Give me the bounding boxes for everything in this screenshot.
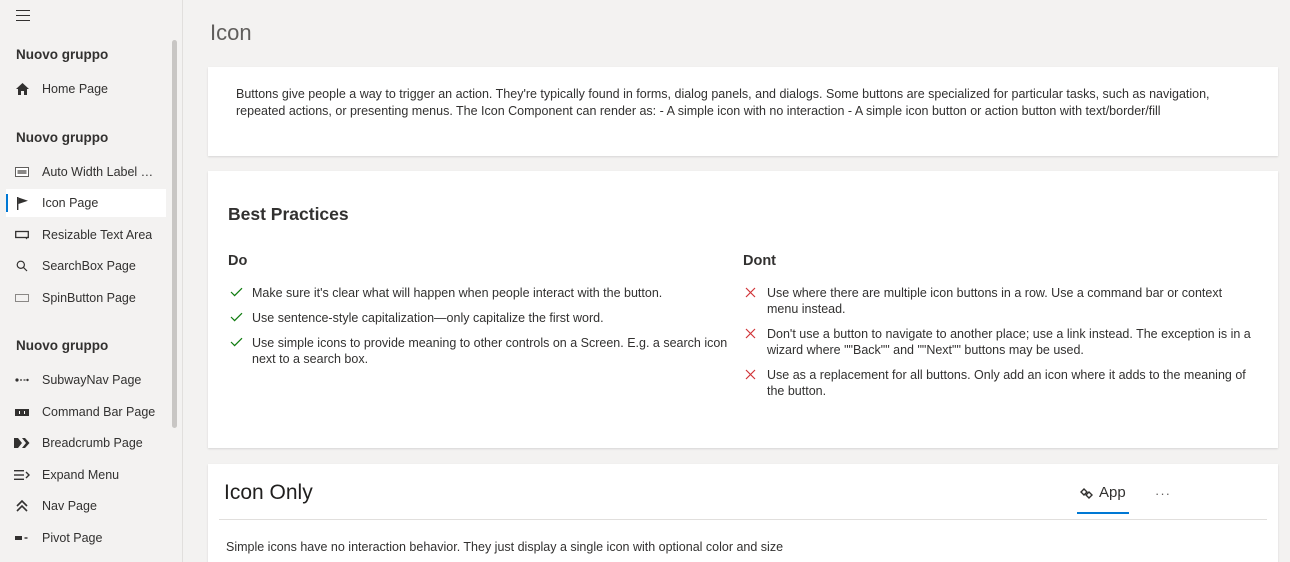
- sidebar-item-label: Command Bar Page: [42, 405, 156, 419]
- sidebar-item-label: Resizable Text Area: [42, 228, 153, 242]
- cross-icon: [745, 285, 767, 317]
- more-options-icon[interactable]: ···: [1155, 486, 1171, 501]
- cross-icon: [745, 326, 767, 358]
- sidebar-item-subwaynav-page[interactable]: SubwayNav Page: [6, 366, 166, 394]
- subway-nav-icon: [14, 372, 30, 388]
- sidebar-item-spinbutton-page[interactable]: SpinButton Page: [6, 284, 166, 312]
- sidebar-item-command-bar-page[interactable]: Command Bar Page: [6, 398, 166, 426]
- checkmark-icon: [230, 335, 252, 367]
- nav-icon: [14, 498, 30, 514]
- checkmark-icon: [230, 285, 252, 301]
- page-description: Buttons give people a way to trigger an …: [236, 87, 1210, 118]
- sidebar-item-label: Pivot Page: [42, 531, 103, 545]
- checkmark-icon: [230, 310, 252, 326]
- spin-button-icon: [14, 290, 30, 306]
- icon-only-card: Icon Only App ··· Simple icons have no i…: [208, 464, 1278, 562]
- list-item: Make sure it's clear what will happen wh…: [230, 285, 730, 301]
- sidebar-item-label: Breadcrumb Page: [42, 436, 143, 450]
- label-icon: [14, 164, 30, 180]
- description-card: Buttons give people a way to trigger an …: [208, 67, 1278, 156]
- sidebar-item-label: Nav Page: [42, 499, 97, 513]
- tab-app-label: App: [1099, 484, 1126, 501]
- sidebar-item-label: Home Page: [42, 82, 109, 96]
- dont-item-text: Use where there are multiple icon button…: [767, 286, 1223, 316]
- group-title: Nuovo gruppo: [16, 338, 109, 353]
- sidebar-item-icon-page[interactable]: Icon Page: [6, 189, 166, 217]
- home-icon: [14, 81, 30, 97]
- best-practices-card: Best Practices Do Dont Make sure it's cl…: [208, 171, 1278, 448]
- tab-app[interactable]: App: [1077, 484, 1129, 514]
- hamburger-menu-icon[interactable]: [16, 10, 30, 22]
- app-icon: [1080, 486, 1093, 503]
- sidebar-item-home-page[interactable]: Home Page: [6, 75, 166, 103]
- sidebar-item-label: SubwayNav Page: [42, 373, 142, 387]
- text-area-icon: [14, 227, 30, 243]
- sidebar-item-breadcrumb-page[interactable]: Breadcrumb Page: [6, 429, 166, 457]
- do-item-text: Use sentence-style capitalization—only c…: [252, 311, 604, 325]
- dont-title: Dont: [743, 253, 777, 269]
- command-bar-icon: [14, 404, 30, 420]
- sidebar-item-pivot-page[interactable]: Pivot Page: [6, 524, 166, 552]
- group-title: Nuovo gruppo: [16, 47, 109, 62]
- sidebar-item-label: SpinButton Page: [42, 291, 136, 305]
- do-item-text: Make sure it's clear what will happen wh…: [252, 286, 663, 300]
- do-list: Make sure it's clear what will happen wh…: [230, 285, 730, 376]
- sidebar-item-resizable-text-area[interactable]: Resizable Text Area: [6, 221, 166, 249]
- divider: [219, 519, 1267, 520]
- icon-only-title: Icon Only: [224, 481, 313, 504]
- breadcrumb-icon: [14, 435, 30, 451]
- search-icon: [14, 258, 30, 274]
- sidebar-item-auto-width-label[interactable]: Auto Width Label Page: [6, 158, 166, 186]
- list-item: Use sentence-style capitalization—only c…: [230, 310, 730, 326]
- do-item-text: Use simple icons to provide meaning to o…: [252, 336, 728, 366]
- sidebar-item-nav-page[interactable]: Nav Page: [6, 492, 166, 520]
- flag-icon: [14, 195, 30, 211]
- sidebar-scrollbar[interactable]: [172, 40, 177, 428]
- list-item: Don't use a button to navigate to anothe…: [745, 326, 1255, 358]
- best-practices-title: Best Practices: [228, 204, 349, 224]
- page-title: Icon: [210, 20, 252, 45]
- dont-item-text: Don't use a button to navigate to anothe…: [767, 327, 1251, 357]
- group-title: Nuovo gruppo: [16, 130, 109, 145]
- list-item: Use as a replacement for all buttons. On…: [745, 367, 1255, 399]
- sidebar-item-label: Expand Menu: [42, 468, 120, 482]
- cross-icon: [745, 367, 767, 399]
- sidebar-item-expand-menu[interactable]: Expand Menu: [6, 461, 166, 489]
- list-item: Use where there are multiple icon button…: [745, 285, 1255, 317]
- pivot-icon: [14, 530, 30, 546]
- sidebar: Nuovo gruppo Home Page Nuovo gruppo Auto…: [0, 0, 183, 562]
- dont-item-text: Use as a replacement for all buttons. On…: [767, 368, 1246, 398]
- expand-menu-icon: [14, 467, 30, 483]
- do-title: Do: [228, 253, 248, 269]
- sidebar-item-label: SearchBox Page: [42, 259, 136, 273]
- icon-only-description: Simple icons have no interaction behavio…: [226, 540, 784, 554]
- list-item: Use simple icons to provide meaning to o…: [230, 335, 730, 367]
- sidebar-item-label: Icon Page: [42, 196, 99, 210]
- dont-list: Use where there are multiple icon button…: [745, 285, 1255, 408]
- sidebar-item-searchbox-page[interactable]: SearchBox Page: [6, 252, 166, 280]
- sidebar-item-label: Auto Width Label Page: [42, 165, 157, 179]
